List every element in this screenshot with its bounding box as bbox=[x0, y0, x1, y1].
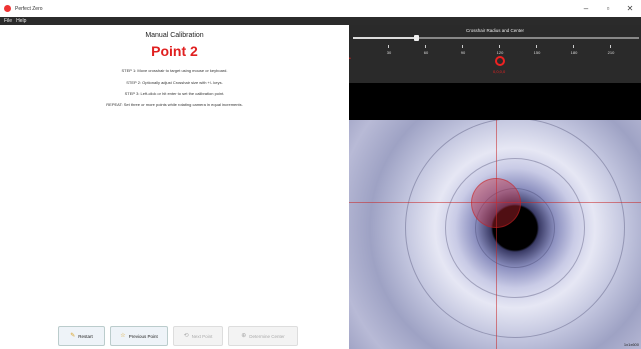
step-1-text: STEP 1: Move crosshair to target using m… bbox=[121, 68, 228, 73]
slider-fill bbox=[353, 37, 416, 39]
repeat-text: REPEAT: Set three or more points while r… bbox=[106, 102, 243, 107]
minimize-button[interactable]: – bbox=[575, 0, 597, 17]
ruler-tick bbox=[425, 45, 426, 48]
menu-file[interactable]: File bbox=[4, 18, 12, 24]
close-button[interactable]: ✕ bbox=[619, 0, 641, 17]
restart-icon: ✎ bbox=[70, 333, 76, 339]
tick-label: 150 bbox=[533, 50, 541, 55]
ruler-tick bbox=[499, 45, 500, 48]
step-3-text: STEP 3: Left-click or hit enter to set t… bbox=[124, 91, 225, 96]
calibration-panel: Manual Calibration Point 2 STEP 1: Move … bbox=[0, 25, 349, 349]
center-icon: ⊕ bbox=[241, 333, 247, 339]
ruler-tick bbox=[573, 45, 574, 48]
tick-label: 210 bbox=[607, 50, 615, 55]
window-title: Perfect Zero bbox=[15, 5, 43, 12]
window-controls: – ▫ ✕ bbox=[575, 0, 641, 17]
next-point-button[interactable]: ⟲ Next Point bbox=[173, 326, 223, 346]
ruler-title: Crosshair Radius and Center bbox=[465, 28, 525, 33]
app-logo-icon bbox=[4, 5, 11, 12]
crosshair-ruler: Crosshair Radius and Center • 30 60 90 1… bbox=[349, 25, 641, 83]
left-marker-icon: • bbox=[349, 56, 351, 62]
slider-handle[interactable] bbox=[413, 35, 419, 41]
next-icon: ⟲ bbox=[183, 333, 189, 339]
action-buttons: ✎ Restart ☆ Previous Point ⟲ Next Point … bbox=[58, 326, 298, 346]
crosshair-circle[interactable] bbox=[471, 178, 521, 228]
ruler-tick bbox=[610, 45, 611, 48]
radius-slider[interactable] bbox=[353, 37, 639, 39]
tick-label: 90 bbox=[460, 50, 466, 55]
next-label: Next Point bbox=[191, 333, 213, 339]
camera-info: 1x1x600 bbox=[623, 342, 639, 347]
camera-panel: Crosshair Radius and Center • 30 60 90 1… bbox=[349, 25, 641, 349]
menu-help[interactable]: Help bbox=[16, 18, 26, 24]
previous-label: Previous Point bbox=[128, 333, 158, 339]
title-bar: Perfect Zero – ▫ ✕ bbox=[0, 0, 641, 17]
crosshair-vertical bbox=[496, 120, 497, 349]
calibration-title: Manual Calibration bbox=[145, 32, 204, 39]
tick-label: 120 bbox=[496, 50, 504, 55]
menu-bar: File Help bbox=[0, 17, 641, 25]
bore-ring bbox=[405, 120, 625, 338]
previous-icon: ☆ bbox=[120, 333, 126, 339]
previous-point-button[interactable]: ☆ Previous Point bbox=[110, 326, 168, 346]
center-marker-icon bbox=[495, 56, 505, 66]
ruler-tick bbox=[536, 45, 537, 48]
tick-label: 180 bbox=[570, 50, 578, 55]
tick-label: 60 bbox=[423, 50, 429, 55]
step-2-text: STEP 2: Optionally adjust Crosshair size… bbox=[126, 80, 223, 85]
maximize-button[interactable]: ▫ bbox=[597, 0, 619, 17]
ruler-tick bbox=[462, 45, 463, 48]
app-window: Perfect Zero – ▫ ✕ File Help Manual Cali… bbox=[0, 0, 641, 349]
determine-label: Determine Center bbox=[249, 333, 285, 339]
determine-center-button[interactable]: ⊕ Determine Center bbox=[228, 326, 298, 346]
restart-button[interactable]: ✎ Restart bbox=[58, 326, 105, 346]
center-marker-label: 0,0,0,0 bbox=[493, 69, 506, 74]
point-label: Point 2 bbox=[151, 43, 198, 59]
tick-label: 30 bbox=[386, 50, 392, 55]
camera-view[interactable]: 1x1x600 bbox=[349, 120, 641, 349]
ruler-tick bbox=[388, 45, 389, 48]
restart-label: Restart bbox=[78, 333, 93, 339]
